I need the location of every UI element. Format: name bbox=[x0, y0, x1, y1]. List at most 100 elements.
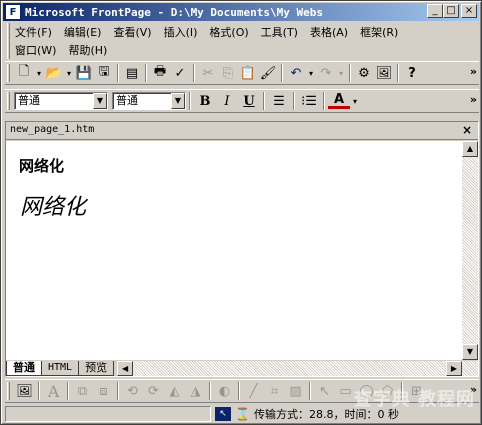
maximize-button[interactable]: □ bbox=[443, 4, 459, 18]
tab-normal[interactable]: 普通 bbox=[6, 361, 42, 376]
status-panel-empty bbox=[5, 406, 211, 422]
oval-icon[interactable]: ◯ bbox=[356, 381, 377, 401]
menu-item-row1-5[interactable]: 工具(T) bbox=[261, 24, 298, 40]
insert-picture-icon[interactable]: 🖼 bbox=[14, 381, 35, 401]
vertical-scrollbar[interactable]: ▲ ▼ bbox=[462, 141, 478, 360]
chevron-down-icon[interactable]: ▼ bbox=[171, 93, 185, 109]
insert-component-icon[interactable]: ⚙ bbox=[354, 63, 374, 83]
menu-item-row1-6[interactable]: 表格(A) bbox=[310, 24, 348, 40]
font-select-value: 普通 bbox=[116, 94, 138, 107]
open-dropdown-icon[interactable]: ▾ bbox=[64, 63, 74, 83]
status-bar: ↖ ⌛ 传输方式：28.8，时间：0 秒 bbox=[5, 405, 479, 423]
undo-dropdown-icon[interactable]: ▾ bbox=[306, 63, 316, 83]
publish-icon[interactable]: 🖫 bbox=[94, 63, 114, 83]
formatting-toolbar: 普通 ▼ 普通 ▼ B I U ☰ ⁝☰ A ▾ » bbox=[5, 89, 479, 113]
help-icon[interactable]: ? bbox=[402, 63, 422, 83]
menu-item-row1-2[interactable]: 查看(V) bbox=[113, 24, 151, 40]
frontpage-window: F Microsoft FrontPage - D:\My Documents\… bbox=[0, 0, 482, 425]
hotspot-icon[interactable]: ⊞ bbox=[406, 381, 427, 401]
title-bar: F Microsoft FrontPage - D:\My Documents\… bbox=[3, 3, 479, 21]
spelling-icon[interactable]: ✓ bbox=[170, 63, 190, 83]
menu-item-row1-4[interactable]: 格式(O) bbox=[209, 24, 248, 40]
flip-vertical-icon[interactable]: ◮ bbox=[185, 381, 206, 401]
flip-horizontal-icon[interactable]: ◭ bbox=[164, 381, 185, 401]
drawing-toolbar: 🖼 A ⧉ ⧈ ⟲ ⟳ ◭ ◮ ◐ ╱ ⌗ ▨ ↖ ▭ ◯ ⬠ ⊞ » bbox=[5, 379, 479, 403]
copy-icon[interactable]: ⎘ bbox=[218, 63, 238, 83]
folder-list-icon[interactable]: ▤ bbox=[122, 63, 142, 83]
contrast-icon[interactable]: ◐ bbox=[214, 381, 235, 401]
select-arrow-icon[interactable]: ↖ bbox=[314, 381, 335, 401]
scroll-up-arrow-icon[interactable]: ▲ bbox=[462, 141, 478, 157]
hourglass-icon: ⌛ bbox=[235, 407, 250, 421]
text-icon[interactable]: A bbox=[43, 381, 64, 401]
window-title: Microsoft FrontPage - D:\My Documents\My… bbox=[25, 5, 324, 19]
toolbar-grip[interactable] bbox=[7, 64, 10, 82]
tab-html[interactable]: HTML bbox=[41, 361, 80, 376]
align-center-icon[interactable]: ☰ bbox=[268, 91, 290, 111]
minimize-button[interactable]: _ bbox=[427, 4, 443, 18]
connection-icon: ↖ bbox=[215, 407, 231, 421]
toolbar-grip[interactable] bbox=[7, 382, 10, 400]
document-tab-bar: new_page_1.htm × bbox=[6, 122, 478, 140]
send-backward-icon[interactable]: ⧈ bbox=[93, 381, 114, 401]
more-buttons-icon[interactable]: » bbox=[470, 93, 477, 106]
font-color-dropdown-icon[interactable]: ▾ bbox=[350, 91, 360, 111]
download-time-status[interactable]: 传输方式：28.8，时间：0 秒 bbox=[254, 406, 399, 422]
underline-button[interactable]: U bbox=[238, 91, 260, 111]
chevron-down-icon[interactable]: ▼ bbox=[93, 93, 107, 109]
rotate-right-icon[interactable]: ⟳ bbox=[143, 381, 164, 401]
bring-forward-icon[interactable]: ⧉ bbox=[72, 381, 93, 401]
menu-item-row2-1[interactable]: 帮助(H) bbox=[68, 42, 107, 58]
frontpage-app-icon[interactable]: F bbox=[5, 4, 21, 20]
font-color-button[interactable]: A bbox=[328, 92, 350, 109]
standard-toolbar: 🗋 ▾ 📂 ▾ 💾 🖫 ▤ 🖶 ✓ ✂ ⎘ 📋 🖌 ↶ ▾ ↷ ▾ ⚙ 🖼 ? … bbox=[5, 61, 479, 85]
horizontal-scrollbar[interactable]: ◀ ▶ bbox=[117, 361, 478, 376]
italic-button[interactable]: I bbox=[216, 91, 238, 111]
format-painter-icon[interactable]: 🖌 bbox=[258, 63, 278, 83]
bullet-list-icon[interactable]: ⁝☰ bbox=[298, 91, 320, 111]
document-frame: new_page_1.htm × 网络化 网络化 ▲ ▼ 普通 HTML 预览 … bbox=[5, 121, 479, 377]
menu-item-row1-0[interactable]: 文件(F) bbox=[15, 24, 52, 40]
paste-icon[interactable]: 📋 bbox=[238, 63, 258, 83]
menu-bar: 文件(F) 编辑(E) 查看(V) 插入(I) 格式(O) 工具(T) 表格(A) 框架(R)… bbox=[5, 23, 475, 59]
rectangle-icon[interactable]: ▭ bbox=[335, 381, 356, 401]
print-icon[interactable]: 🖶 bbox=[150, 63, 170, 83]
more-buttons-icon[interactable]: » bbox=[470, 65, 477, 78]
redo-dropdown-icon[interactable]: ▾ bbox=[336, 63, 346, 83]
redo-icon[interactable]: ↷ bbox=[316, 63, 336, 83]
italic-heading[interactable]: 网络化 bbox=[20, 189, 86, 221]
toolbar-grip[interactable] bbox=[7, 92, 10, 110]
document-tab[interactable]: new_page_1.htm bbox=[10, 124, 94, 135]
menu-item-row1-3[interactable]: 插入(I) bbox=[164, 24, 198, 40]
bold-button[interactable]: B bbox=[194, 91, 216, 111]
tab-preview[interactable]: 预览 bbox=[78, 361, 115, 376]
document-close-button[interactable]: × bbox=[462, 123, 472, 137]
cut-icon[interactable]: ✂ bbox=[198, 63, 218, 83]
open-folder-icon[interactable]: 📂 bbox=[44, 63, 64, 83]
scroll-left-arrow-icon[interactable]: ◀ bbox=[117, 361, 134, 376]
polygon-icon[interactable]: ⬠ bbox=[377, 381, 398, 401]
undo-icon[interactable]: ↶ bbox=[286, 63, 306, 83]
menu-item-row1-7[interactable]: 框架(R) bbox=[360, 24, 398, 40]
save-icon[interactable]: 💾 bbox=[74, 63, 94, 83]
style-select-value: 普通 bbox=[18, 94, 40, 107]
line-icon[interactable]: ╱ bbox=[243, 381, 264, 401]
bold-heading[interactable]: 网络化 bbox=[19, 155, 64, 176]
close-button[interactable]: × bbox=[461, 4, 477, 18]
view-tabs: 普通 HTML 预览 ◀ ▶ bbox=[6, 360, 478, 376]
scroll-down-arrow-icon[interactable]: ▼ bbox=[462, 344, 478, 360]
new-page-icon[interactable]: 🗋 bbox=[14, 63, 34, 83]
transparent-color-icon[interactable]: ▨ bbox=[285, 381, 306, 401]
rotate-left-icon[interactable]: ⟲ bbox=[122, 381, 143, 401]
scroll-right-arrow-icon[interactable]: ▶ bbox=[446, 361, 462, 376]
insert-picture-icon[interactable]: 🖼 bbox=[374, 63, 394, 83]
menu-item-row1-1[interactable]: 编辑(E) bbox=[64, 24, 102, 40]
menu-grip[interactable] bbox=[7, 23, 10, 59]
crop-icon[interactable]: ⌗ bbox=[264, 381, 285, 401]
new-dropdown-icon[interactable]: ▾ bbox=[34, 63, 44, 83]
page-editor[interactable]: 网络化 网络化 bbox=[6, 141, 462, 360]
font-select[interactable]: 普通 ▼ bbox=[112, 92, 186, 110]
menu-item-row2-0[interactable]: 窗口(W) bbox=[15, 42, 56, 58]
more-buttons-icon[interactable]: » bbox=[470, 383, 477, 396]
style-select[interactable]: 普通 ▼ bbox=[14, 92, 108, 110]
